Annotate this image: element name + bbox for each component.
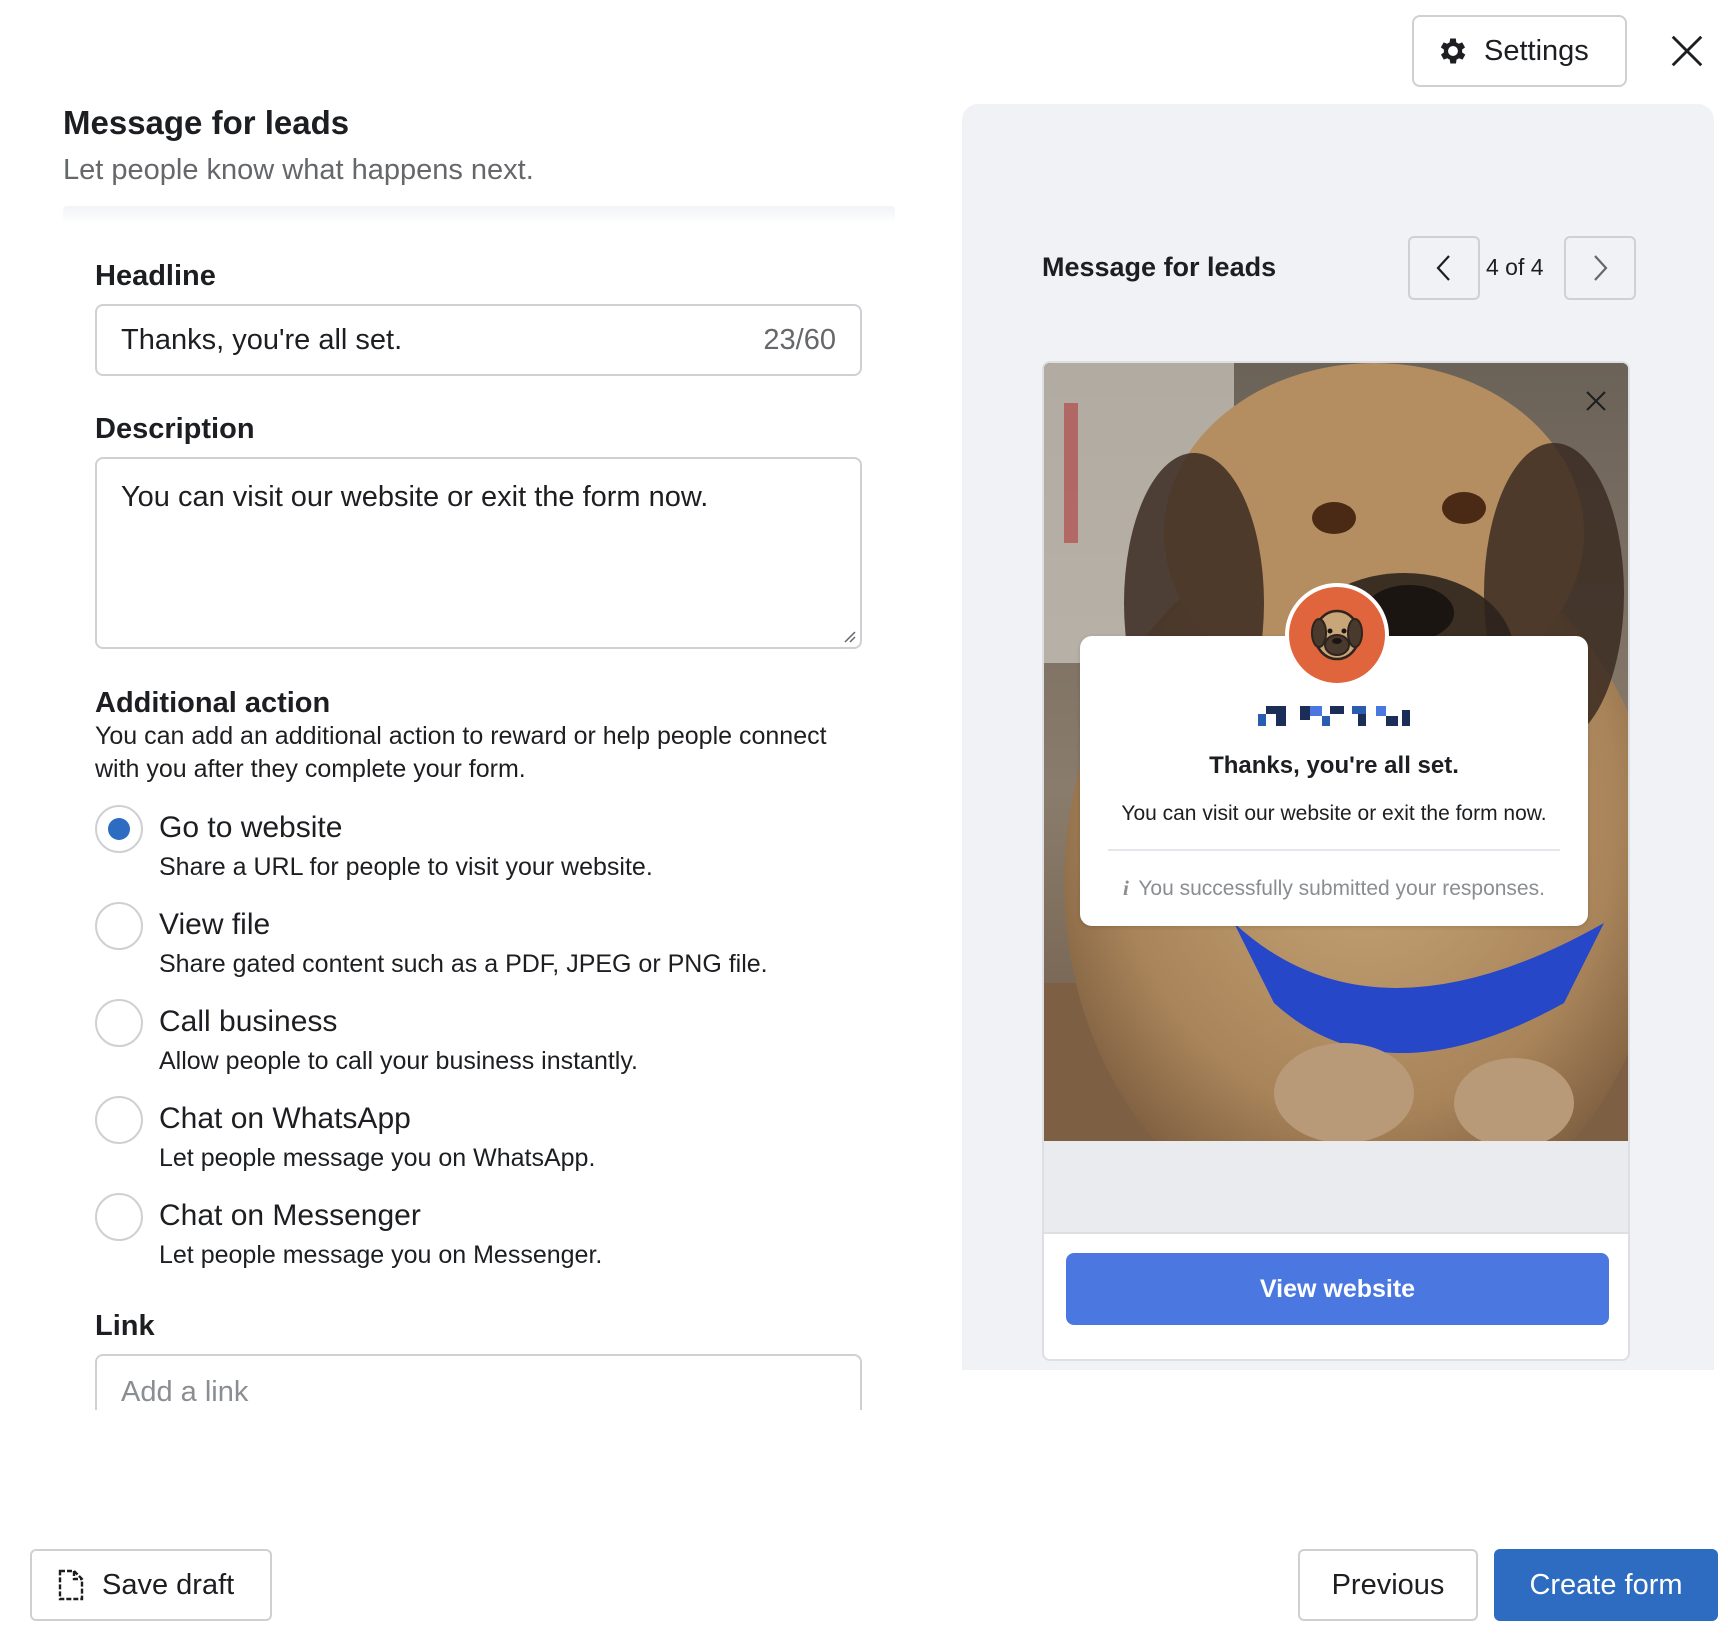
preview-footer-band [1044,1141,1628,1234]
document-icon [58,1569,84,1601]
headline-char-counter: 23/60 [763,323,836,356]
description-value: You can visit our website or exit the fo… [121,481,709,513]
card-description: You can visit our website or exit the fo… [1121,802,1547,825]
card-note-text: You successfully submitted your response… [1138,877,1545,900]
radio-option-chat-whatsapp[interactable]: Chat on WhatsApp Let people message you … [95,1096,875,1186]
previous-button[interactable]: Previous [1298,1549,1478,1621]
radio-button[interactable] [95,999,143,1047]
radio-option-go-to-website[interactable]: Go to website Share a URL for people to … [95,805,875,895]
description-label: Description [95,413,255,445]
card-headline: Thanks, you're all set. [1209,752,1459,779]
radio-option-chat-messenger[interactable]: Chat on Messenger Let people message you… [95,1193,875,1283]
info-icon: i [1123,876,1129,900]
dog-avatar-icon [1311,609,1363,661]
resize-handle-icon[interactable] [842,629,856,643]
radio-option-description: Share a URL for people to visit your web… [159,853,653,881]
radio-option-description: Let people message you on Messenger. [159,1241,603,1269]
section-subtitle: Let people know what happens next. [63,154,534,186]
view-website-button[interactable]: View website [1066,1253,1609,1325]
section-title: Message for leads [63,104,350,141]
next-page-button[interactable] [1564,236,1636,300]
gear-icon [1440,38,1466,64]
link-label: Link [95,1310,155,1342]
radio-option-title: Chat on WhatsApp [159,1102,411,1135]
form-preview-phone: Thanks, you're all set. You can visit ou… [1042,361,1630,1361]
radio-option-call-business[interactable]: Call business Allow people to call your … [95,999,875,1089]
save-draft-button[interactable]: Save draft [30,1549,272,1621]
headline-label: Headline [95,260,216,292]
additional-action-label: Additional action [95,687,331,719]
radio-option-title: Go to website [159,811,343,844]
settings-label: Settings [1484,34,1589,67]
pixelated-page-name [1258,706,1410,726]
close-icon[interactable] [1668,32,1706,70]
radio-button[interactable] [95,1096,143,1144]
avatar [1285,583,1389,687]
link-placeholder: Add a link [121,1376,249,1408]
preview-close-icon[interactable] [1584,389,1608,413]
previous-page-button[interactable] [1408,236,1480,300]
page-indicator: 4 of 4 [1486,254,1544,280]
link-input[interactable]: Add a link [95,1354,862,1410]
preview-title: Message for leads [1042,252,1277,282]
radio-option-description: Let people message you on WhatsApp. [159,1144,596,1172]
save-draft-label: Save draft [102,1568,235,1601]
radio-option-description: Allow people to call your business insta… [159,1047,638,1075]
radio-option-title: View file [159,908,271,941]
create-form-button[interactable]: Create form [1494,1549,1718,1621]
radio-button[interactable] [95,805,143,853]
radio-button[interactable] [95,902,143,950]
description-textarea[interactable]: You can visit our website or exit the fo… [95,457,862,649]
chevron-right-icon [1594,255,1608,281]
radio-option-title: Chat on Messenger [159,1199,421,1232]
headline-input[interactable]: Thanks, you're all set. 23/60 [95,304,862,376]
radio-option-title: Call business [159,1005,338,1038]
headline-value: Thanks, you're all set. [121,323,403,356]
additional-action-description: You can add an additional action to rewa… [95,722,827,783]
section-divider [63,206,895,224]
radio-option-view-file[interactable]: View file Share gated content such as a … [95,902,875,992]
radio-button[interactable] [95,1193,143,1241]
card-note: i You successfully submitted your respon… [1080,876,1588,901]
chevron-left-icon [1436,255,1450,281]
radio-option-description: Share gated content such as a PDF, JPEG … [159,950,768,978]
settings-button[interactable]: Settings [1412,15,1627,87]
card-divider [1108,849,1560,851]
